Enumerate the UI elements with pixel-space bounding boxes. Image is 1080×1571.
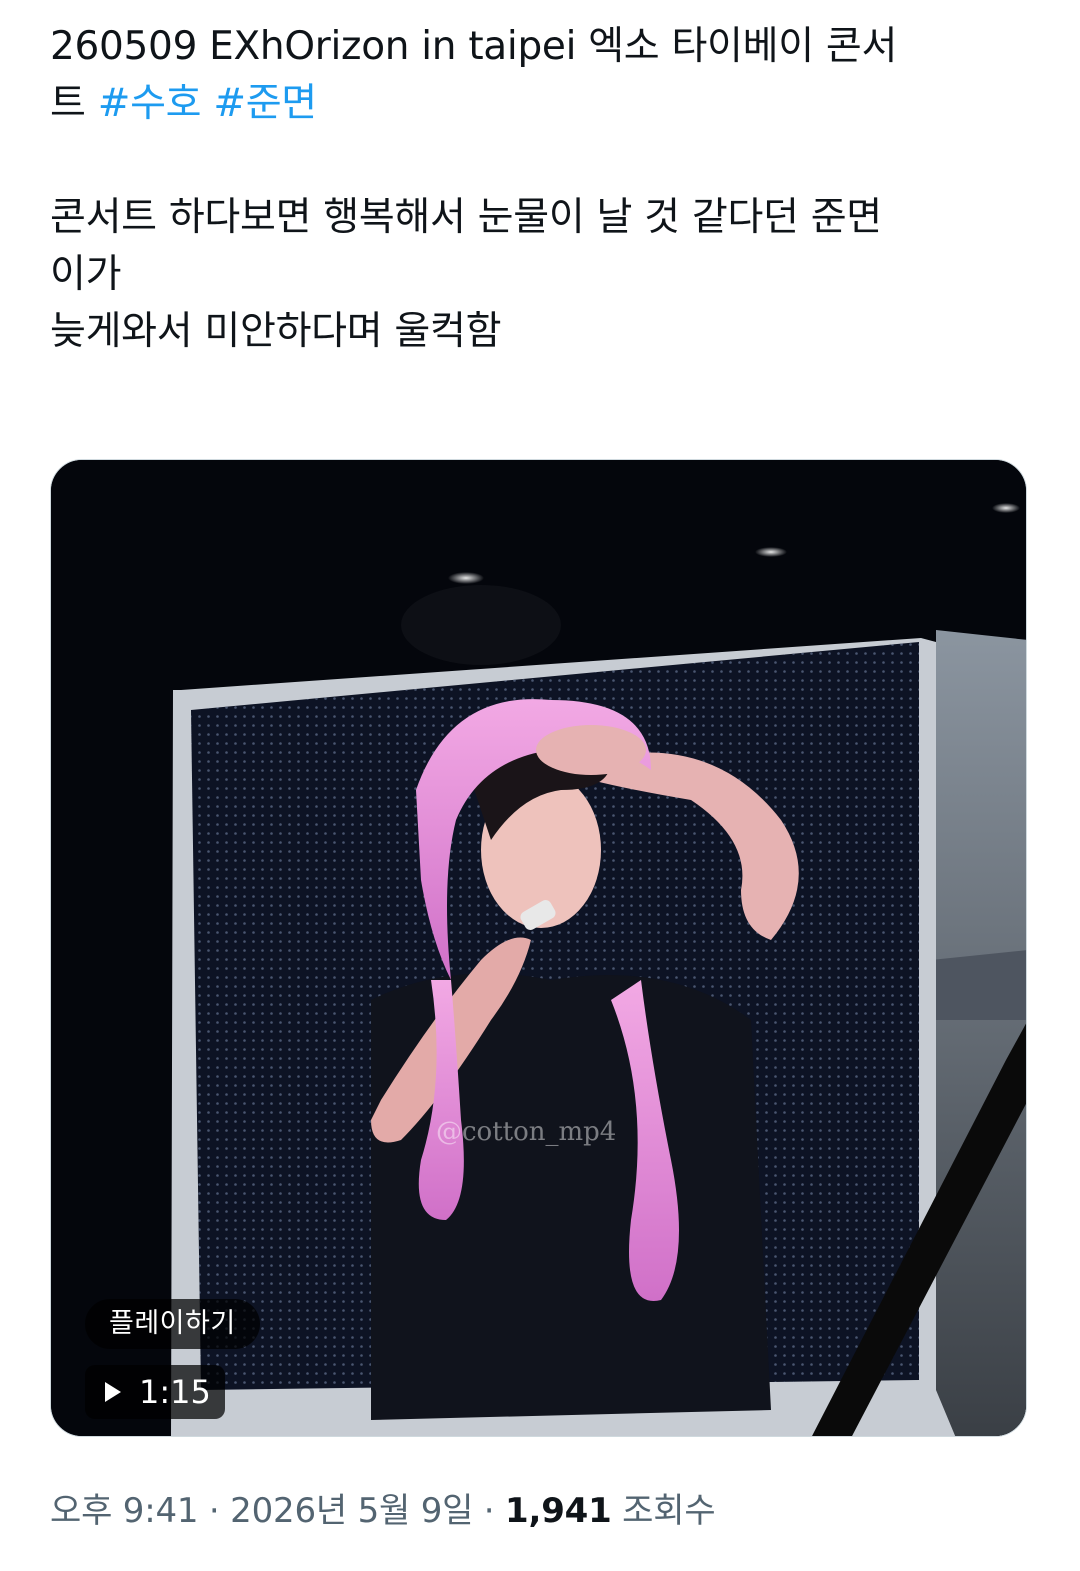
tweet-line-1: 260509 EXhOrizon in taipei 엑소 타이베이 콘서 — [50, 18, 1040, 75]
tweet-date[interactable]: 2026년 5월 9일 — [230, 1491, 473, 1531]
tweet-body-line-3: 늦게와서 미안하다며 울컥함 — [50, 309, 502, 354]
tweet-text: 260509 EXhOrizon in taipei 엑소 타이베이 콘서 트 … — [50, 18, 1040, 360]
tweet-line-2-text: 트 — [50, 81, 98, 126]
video-watermark: @cotton_mp4 — [436, 1117, 616, 1147]
tweet-body-line-2: 이가 — [50, 252, 122, 297]
hashtag-suho[interactable]: #수호 — [98, 81, 202, 126]
meta-separator: · — [198, 1491, 231, 1531]
play-icon[interactable] — [105, 1382, 121, 1402]
video-player[interactable]: @cotton_mp4 플레이하기 1:15 — [50, 459, 1027, 1437]
play-label-pill[interactable]: 플레이하기 — [85, 1299, 260, 1349]
view-label: 조회수 — [611, 1491, 716, 1531]
duration-badge[interactable]: 1:15 — [85, 1365, 225, 1419]
hashtag-junmyeon[interactable]: #준면 — [213, 81, 317, 126]
video-controls: 플레이하기 1:15 — [51, 1176, 1026, 1436]
tweet-line-1-text: 260509 EXhOrizon in taipei 엑소 타이베이 콘서 — [50, 24, 898, 69]
tweet-body-line-1: 콘서트 하다보면 행복해서 눈물이 날 것 같다던 준면 — [50, 195, 882, 240]
meta-separator: · — [473, 1491, 506, 1531]
tweet-line-2: 트 #수호 #준면 — [50, 75, 1040, 132]
view-count: 1,941 — [505, 1491, 612, 1531]
tweet-time[interactable]: 오후 9:41 — [50, 1491, 199, 1531]
duration-text: 1:15 — [139, 1373, 211, 1411]
tweet-meta: 오후 9:41 · 2026년 5월 9일 · 1,941 조회수 — [50, 1487, 716, 1535]
